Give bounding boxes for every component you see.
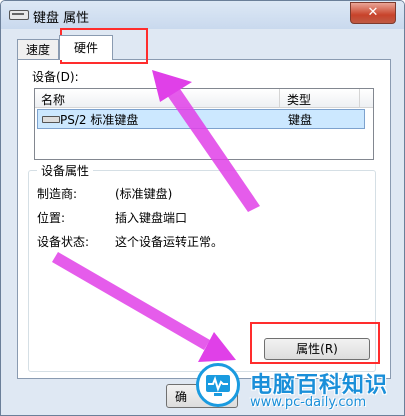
pulse-monitor-icon bbox=[196, 363, 240, 407]
arrow-shaft-2 bbox=[52, 252, 210, 350]
watermark-url: www.pc-daily.com bbox=[250, 395, 367, 410]
annotation-arrows bbox=[52, 70, 260, 362]
tab-hardware[interactable]: 硬件 bbox=[59, 35, 113, 60]
arrow-shaft-1 bbox=[162, 80, 260, 212]
